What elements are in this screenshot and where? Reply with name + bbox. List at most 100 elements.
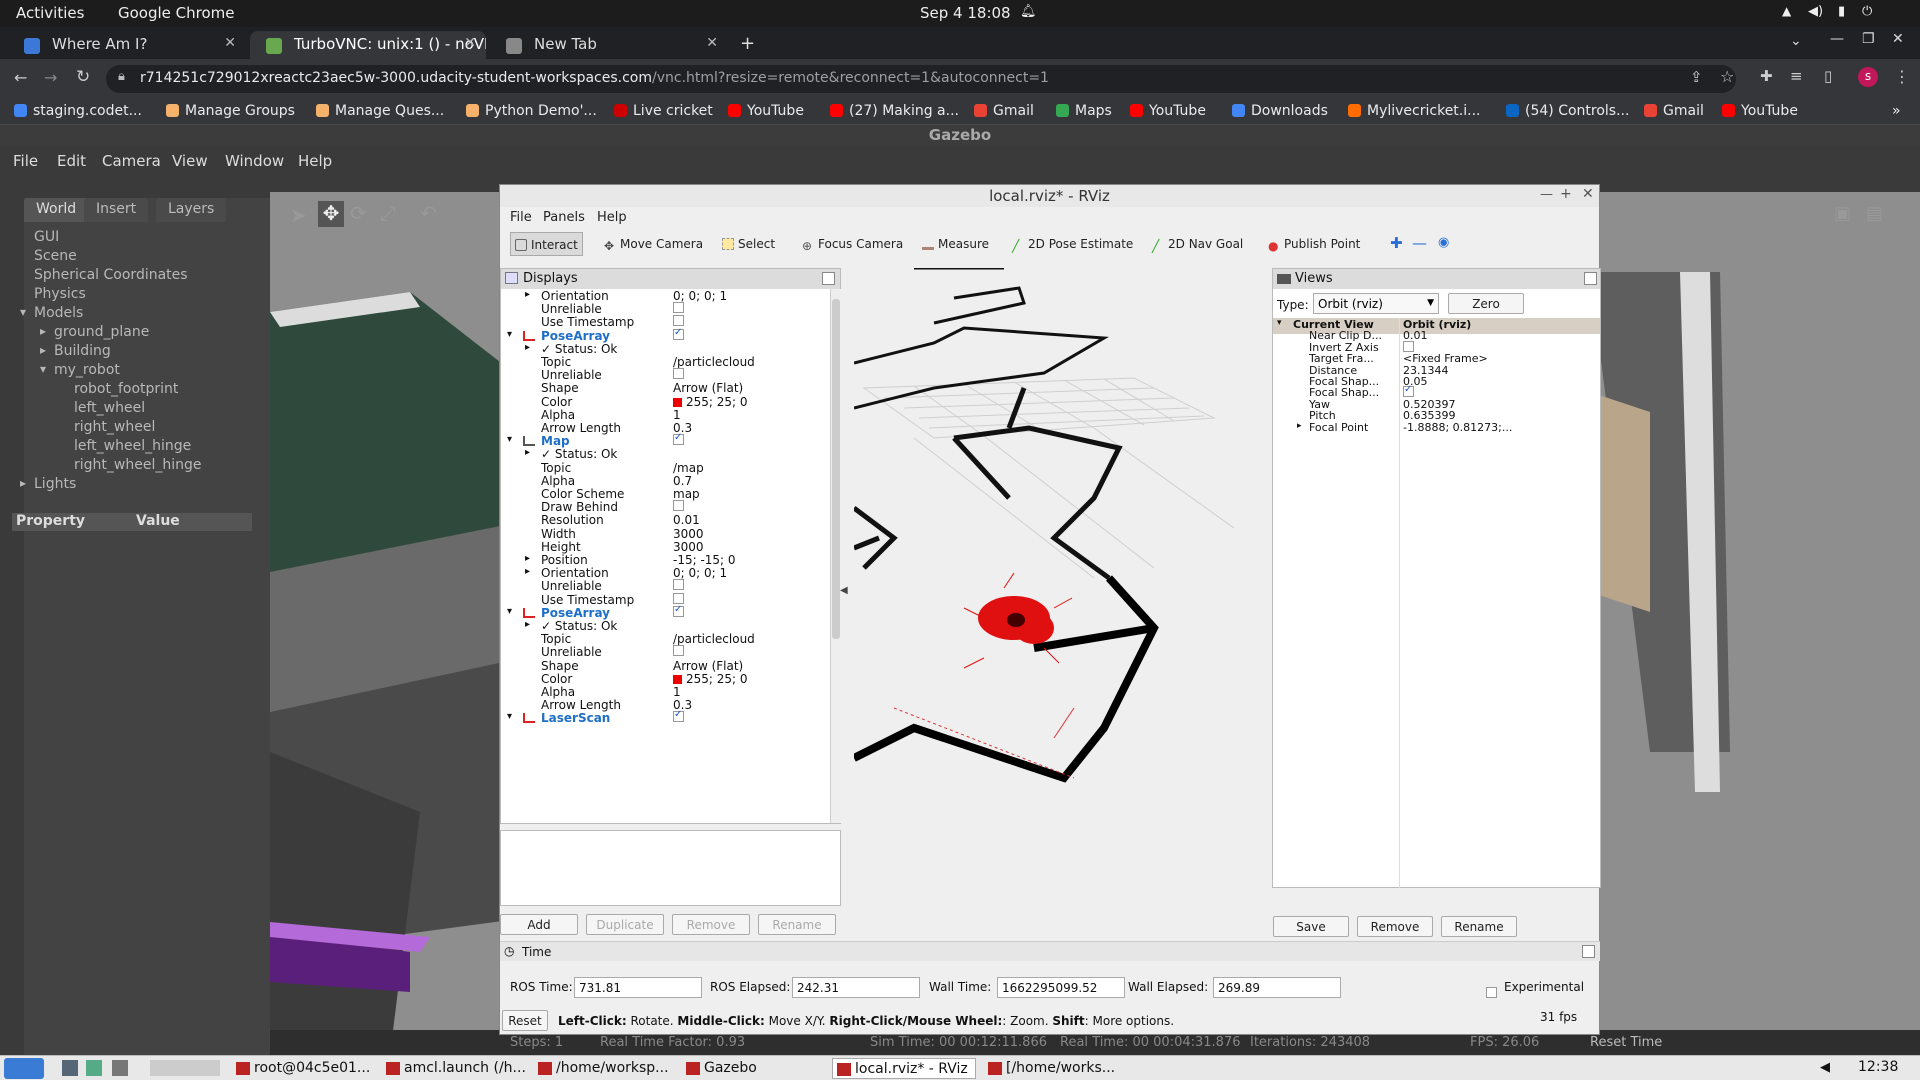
menu-edit[interactable]: Edit [57, 152, 86, 170]
collapsed-arrow-icon[interactable]: ▸ [525, 566, 530, 577]
duplicate-button[interactable]: Duplicate [586, 914, 664, 935]
collapsed-arrow-icon[interactable]: ▸ [525, 553, 530, 564]
undo-icon[interactable]: ↶ [420, 201, 437, 225]
expanded-arrow-icon[interactable]: ▾ [507, 606, 512, 617]
property-checkbox[interactable] [673, 592, 684, 604]
collapsed-arrow-icon[interactable]: ▸ [525, 289, 530, 300]
rotate-mode-icon[interactable]: ⟳ [350, 201, 367, 225]
property-checkbox[interactable] [673, 315, 684, 327]
eye-icon[interactable]: ◉ [1434, 230, 1453, 254]
property-checkbox[interactable] [673, 327, 684, 340]
bookmark-item[interactable]: Mylivecricket.i... [1348, 103, 1480, 119]
forward-icon[interactable]: → [44, 68, 57, 87]
measure-tool[interactable]: Measure [918, 232, 993, 256]
ros-elapsed-field[interactable]: 242.31 [792, 977, 920, 998]
nav-goal-tool[interactable]: ╱ 2D Nav Goal [1148, 232, 1247, 256]
menu-file[interactable]: File [510, 210, 532, 225]
bookmark-item[interactable]: Gmail [974, 103, 1034, 119]
address-bar[interactable]: 🔒︎ r714251c729012xreactc23aec5w-3000.uda… [106, 65, 1736, 93]
wall-elapsed-field[interactable]: 269.89 [1213, 977, 1341, 998]
property-checkbox[interactable] [673, 302, 684, 314]
property-checkbox[interactable] [673, 645, 684, 657]
displays-scrollbar[interactable] [830, 289, 841, 823]
view-property-row[interactable]: ▸ Focal Point -1.8888; 0.81273;... [1273, 421, 1600, 437]
minimize-button[interactable]: — [1540, 187, 1553, 202]
bookmark-item[interactable]: YouTube [1722, 103, 1798, 119]
remove-view-button[interactable]: Remove [1357, 916, 1433, 937]
expanded-arrow-icon[interactable]: ▾ [507, 434, 512, 445]
taskbar-window-button[interactable]: [/home/works... [984, 1058, 1124, 1079]
collapsed-arrow-icon[interactable]: ▸ [525, 342, 530, 353]
reading-list-icon[interactable]: ≡ [1790, 67, 1803, 85]
add-display-button[interactable]: Add [500, 914, 578, 935]
add-tool-icon[interactable]: ✚ [1386, 229, 1407, 253]
activities-button[interactable]: Activities [16, 4, 84, 22]
menu-panels[interactable]: Panels [543, 210, 585, 225]
taskbar-window-button[interactable]: /home/worksp... [534, 1058, 674, 1079]
view-property-checkbox[interactable] [1403, 340, 1414, 352]
close-tab-icon[interactable]: ✕ [464, 35, 476, 51]
collapse-left-icon[interactable]: ◀ [840, 585, 848, 596]
tab-insert[interactable]: Insert [84, 198, 149, 222]
chevron-down-icon[interactable]: ⌄ [1790, 33, 1802, 49]
bookmark-item[interactable]: Downloads [1232, 103, 1328, 119]
file-manager-icon[interactable] [86, 1060, 102, 1076]
record-icon[interactable]: ▤ [1866, 203, 1883, 224]
menu-window[interactable]: Window [225, 152, 284, 170]
camera-icon[interactable]: ▣ [1834, 203, 1851, 224]
reset-button[interactable]: Reset [502, 1010, 548, 1031]
menu-view[interactable]: View [172, 152, 208, 170]
close-window-button[interactable]: ✕ [1892, 31, 1904, 47]
close-tab-icon[interactable]: ✕ [224, 35, 236, 51]
remove-display-button[interactable]: Remove [672, 914, 750, 935]
rename-display-button[interactable]: Rename [758, 914, 836, 935]
lock-icon[interactable]: 🔒︎ [118, 69, 125, 84]
expanded-arrow-icon[interactable]: ▾ [1277, 318, 1282, 328]
remove-tool-icon[interactable]: — [1408, 229, 1431, 253]
property-checkbox[interactable] [673, 500, 684, 512]
tree-item[interactable]: Physics [34, 286, 86, 302]
focus-camera-tool[interactable]: ⊕ Focus Camera [798, 232, 907, 256]
terminal-icon[interactable] [112, 1060, 128, 1076]
bookmark-item[interactable]: (27) Making a... [830, 103, 959, 119]
collapsed-arrow-icon[interactable]: ▸ [40, 324, 46, 338]
property-checkbox[interactable] [673, 432, 684, 446]
menu-help[interactable]: Help [298, 152, 332, 170]
property-checkbox[interactable] [673, 604, 684, 617]
bookmark-item[interactable]: Gmail [1644, 103, 1704, 119]
bookmark-item[interactable]: Python Demo'... [466, 103, 597, 119]
tree-item[interactable]: ▾ Models [20, 305, 83, 321]
tab-new-tab[interactable]: New Tab ✕ [490, 31, 728, 59]
close-window-button[interactable]: ✕ [1582, 186, 1594, 202]
color-swatch[interactable] [673, 674, 682, 684]
tab-turbovnc[interactable]: TurboVNC: unix:1 () - noVNC ✕ [250, 31, 486, 59]
taskbar-window-button[interactable]: amcl.launch (/h... [382, 1058, 526, 1079]
tree-item[interactable]: left_wheel [74, 400, 145, 416]
bookmark-item[interactable]: Manage Groups [166, 103, 295, 119]
view-type-select[interactable]: Orbit (rviz) ▼ [1313, 293, 1439, 314]
maximize-button[interactable]: + [1560, 186, 1572, 202]
more-menu-icon[interactable]: ⋮ [1894, 67, 1910, 86]
bookmark-item[interactable]: (54) Controls... [1506, 103, 1629, 119]
taskbar-window-button[interactable]: local.rviz* - RViz [832, 1058, 976, 1079]
tree-item[interactable]: right_wheel_hinge [74, 457, 201, 473]
float-panel-icon[interactable] [822, 272, 835, 285]
extensions-icon[interactable]: ✚ [1760, 67, 1773, 85]
power-icon[interactable]: ⏻ [1862, 4, 1872, 19]
ros-time-field[interactable]: 731.81 [574, 977, 702, 998]
share-icon[interactable]: ⇪ [1690, 68, 1703, 86]
star-icon[interactable]: ☆ [1720, 67, 1734, 86]
collapsed-arrow-icon[interactable]: ▸ [525, 619, 530, 630]
reload-icon[interactable]: ↻ [76, 67, 90, 87]
select-tool[interactable]: Select [718, 232, 779, 256]
taskbar-window-button[interactable]: root@04c5e01... [232, 1058, 374, 1079]
view-property-checkbox[interactable] [1403, 384, 1414, 398]
bookmark-item[interactable]: YouTube [1130, 103, 1206, 119]
expanded-arrow-icon[interactable]: ▾ [20, 305, 26, 319]
show-desktop-icon[interactable] [62, 1060, 78, 1076]
zero-button[interactable]: Zero [1448, 293, 1524, 314]
volume-icon[interactable]: ◀ [1820, 1060, 1830, 1075]
color-swatch[interactable] [673, 397, 682, 407]
new-tab-button[interactable]: + [740, 33, 755, 54]
select-mode-icon[interactable]: ➤ [290, 203, 307, 227]
